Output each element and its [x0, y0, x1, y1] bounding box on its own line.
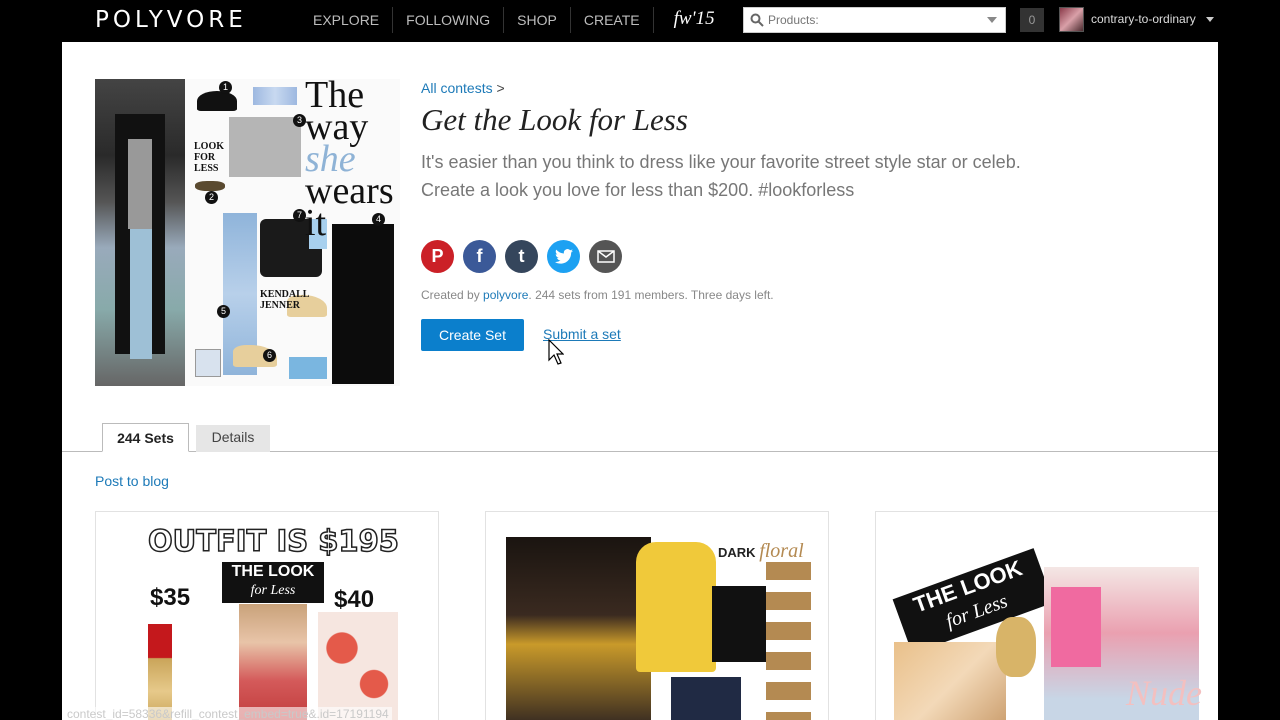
twitter-icon[interactable] — [547, 240, 580, 273]
mouse-pointer-icon — [548, 339, 564, 365]
sunglasses-image — [195, 181, 225, 191]
hero-headline: The way she wears it — [305, 79, 400, 242]
street-style-photo — [95, 79, 185, 386]
yellow-coat-image — [636, 542, 716, 672]
face-photo — [894, 642, 1006, 720]
price-left: $35 — [150, 584, 191, 611]
contest-page: The way she wears it LOOK FOR LESS KENDA… — [62, 42, 1218, 720]
meta-prefix: Created by — [421, 288, 480, 302]
badge-line2: for Less — [250, 583, 296, 598]
nav-following[interactable]: FOLLOWING — [392, 7, 503, 33]
badge-line1: THE LOOK — [231, 563, 315, 580]
set-card[interactable]: DARK floral — [485, 511, 829, 720]
price-right: $40 — [334, 586, 375, 613]
item-number-6: 6 — [263, 349, 276, 362]
nav-create[interactable]: CREATE — [569, 7, 653, 33]
watch-image — [996, 617, 1036, 677]
notebook-image — [195, 349, 221, 377]
nude-script: Nude — [1126, 673, 1202, 713]
set-card-headline: OUTFIT IS $195 — [147, 523, 399, 559]
item-number-4: 4 — [372, 213, 385, 226]
lipstick-image — [148, 624, 172, 720]
item-number-5: 5 — [217, 305, 230, 318]
polyvore-logo[interactable]: POLYVORE — [95, 7, 247, 33]
contest-description: It's easier than you think to dress like… — [421, 152, 1021, 200]
floral-skirt-image — [671, 677, 741, 720]
status-bar-url: contest_id=58336&refill_contest_embed=tr… — [64, 707, 392, 720]
top-nav-bar: POLYVORE EXPLORE FOLLOWING SHOP CREATE f… — [0, 0, 1280, 40]
creator-link[interactable]: polyvore — [483, 288, 528, 302]
all-contests-link[interactable]: All contests — [421, 80, 493, 96]
dark-floral-title: DARK floral — [718, 540, 804, 563]
glitter-cans-image — [253, 87, 297, 105]
pink-jacket-image — [1051, 587, 1101, 667]
item-number-1: 1 — [219, 81, 232, 94]
hat-image — [197, 91, 237, 111]
look-for-less-badge: THE LOOK for Less — [222, 562, 324, 603]
create-set-button[interactable]: Create Set — [421, 319, 524, 351]
set-card[interactable]: OUTFIT IS $195 $35 $40 THE LOOK for Less — [95, 511, 439, 720]
search-input[interactable] — [768, 11, 978, 29]
look-for-less-label: LOOK FOR LESS — [194, 141, 225, 174]
breadcrumb-separator: > — [496, 80, 505, 96]
dark-label: DARK — [718, 545, 756, 560]
dress-image — [318, 612, 398, 720]
laptop-case-image — [289, 357, 327, 379]
post-to-blog-link[interactable]: Post to blog — [95, 473, 169, 489]
username-menu[interactable]: contrary-to-ordinary — [1091, 12, 1196, 26]
user-avatar[interactable] — [1059, 7, 1084, 32]
set-card[interactable]: THE LOOK for Less Nude — [875, 511, 1218, 720]
model-photo — [239, 604, 307, 720]
item-number-3: 3 — [293, 114, 306, 127]
floral-label: floral — [759, 540, 804, 562]
coat-image — [332, 224, 394, 384]
stripe-bg — [766, 562, 811, 720]
page-title: Get the Look for Less — [421, 102, 688, 137]
nav-shop[interactable]: SHOP — [503, 7, 570, 33]
breadcrumb: All contests > — [421, 80, 505, 96]
contest-tabs: Details 244 Sets — [62, 423, 1218, 452]
set-photo — [506, 537, 651, 720]
item-number-7: 7 — [293, 209, 306, 222]
social-share-bar: P f t — [421, 240, 622, 273]
tumblr-icon[interactable]: t — [505, 240, 538, 273]
product-search-box[interactable] — [743, 7, 1006, 33]
meta-suffix: . 244 sets from 191 members. Three days … — [528, 288, 774, 302]
kendall-jenner-label: KENDALL JENNER — [260, 289, 309, 311]
pinterest-icon[interactable]: P — [421, 240, 454, 273]
tshirt-image — [229, 117, 301, 177]
search-dropdown-caret-icon[interactable] — [987, 17, 997, 23]
facebook-icon[interactable]: f — [463, 240, 496, 273]
nav-explore[interactable]: EXPLORE — [300, 7, 392, 33]
email-icon[interactable] — [589, 240, 622, 273]
search-icon — [750, 13, 764, 27]
contest-hero-collage: The way she wears it LOOK FOR LESS KENDA… — [95, 79, 400, 386]
nav-season-fw15[interactable]: fw'15 — [652, 7, 735, 33]
notification-count-badge[interactable]: 0 — [1020, 8, 1044, 32]
tab-details[interactable]: Details — [196, 425, 270, 452]
main-nav: EXPLORE FOLLOWING SHOP CREATE fw'15 — [300, 0, 735, 40]
tab-sets[interactable]: 244 Sets — [102, 423, 189, 452]
chevron-down-icon[interactable] — [1206, 17, 1214, 22]
item-number-2: 2 — [205, 191, 218, 204]
contest-meta: Created by polyvore. 244 sets from 191 m… — [421, 288, 774, 302]
